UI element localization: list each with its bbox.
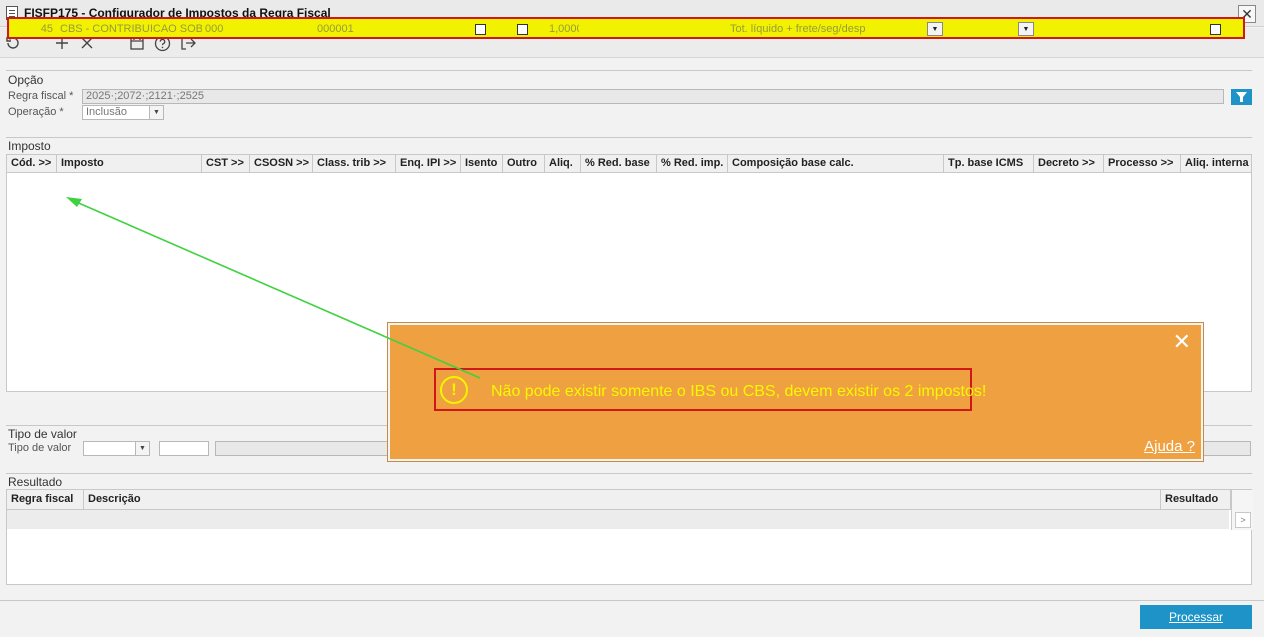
- resultado-grid: Regra fiscal Descrição Resultado >: [6, 489, 1253, 585]
- cell-cod: 45: [40, 23, 53, 35]
- opcao-section-title: Opção: [8, 73, 44, 87]
- filter-button[interactable]: [1231, 89, 1252, 105]
- cell-composicao: Tot. líquido + frete/seg/desp: [730, 23, 866, 35]
- cell-aliq: 1,0000: [549, 23, 579, 35]
- col-csosn[interactable]: CSOSN >>: [250, 155, 313, 173]
- tp-base-icms-dropdown-icon[interactable]: ▼: [1018, 22, 1034, 36]
- alert-dialog: ✕ ! Não pode existir somente o IBS ou CB…: [388, 323, 1203, 461]
- col-outro[interactable]: Outro: [503, 155, 545, 173]
- col-red-imp[interactable]: % Red. imp.: [657, 155, 728, 173]
- col-class-trib[interactable]: Class. trib >>: [313, 155, 396, 173]
- col-red-base[interactable]: % Red. base: [581, 155, 657, 173]
- cell-cst: 000: [205, 23, 224, 35]
- section-divider: [6, 473, 1252, 474]
- processar-button[interactable]: Processar: [1140, 605, 1252, 629]
- operacao-value: Inclusão: [86, 106, 127, 118]
- tipo-valor-label: Tipo de valor: [8, 442, 72, 454]
- table-row[interactable]: 45 CBS - CONTRIBUICAO SOBRE 000 000001 1…: [7, 17, 1245, 39]
- section-divider: [6, 137, 1252, 138]
- col-aliq[interactable]: Aliq.: [545, 155, 581, 173]
- regra-fiscal-input[interactable]: 2025·;2072·;2121·;2525: [82, 89, 1224, 104]
- warning-icon: !: [440, 376, 468, 404]
- composicao-dropdown-icon[interactable]: ▼: [927, 22, 943, 36]
- col-decreto[interactable]: Decreto >>: [1034, 155, 1104, 173]
- outro-checkbox[interactable]: [517, 24, 528, 35]
- help-link[interactable]: Ajuda ?: [1144, 438, 1195, 455]
- regra-fiscal-label: Regra fiscal *: [8, 90, 74, 102]
- col-tp-base-icms[interactable]: Tp. base ICMS: [944, 155, 1034, 173]
- tipo-valor-code-input[interactable]: [159, 441, 209, 456]
- filter-icon: [1236, 92, 1247, 102]
- col-cod[interactable]: Cód. >>: [7, 155, 57, 173]
- chevron-down-icon[interactable]: ▼: [149, 106, 163, 119]
- resultado-section-title: Resultado: [8, 475, 63, 489]
- close-icon[interactable]: ✕: [1173, 331, 1191, 353]
- resultado-grid-header: Regra fiscal Descrição Resultado: [7, 490, 1251, 510]
- imposto-section-title: Imposto: [8, 139, 51, 153]
- col-composicao[interactable]: Composição base calc.: [728, 155, 944, 173]
- col-aliq-interna[interactable]: Aliq. interna: [1181, 155, 1253, 173]
- cell-class-trib: 000001: [317, 23, 354, 35]
- col-regra-fiscal[interactable]: Regra fiscal: [7, 490, 84, 510]
- imposto-grid-header: Cód. >> Imposto CST >> CSOSN >> Class. t…: [7, 155, 1251, 173]
- table-row[interactable]: [7, 510, 1229, 529]
- section-divider: [6, 70, 1252, 71]
- tipo-valor-select[interactable]: ▼: [83, 441, 150, 456]
- col-isento[interactable]: Isento: [461, 155, 503, 173]
- aliq-interna-checkbox[interactable]: [1210, 24, 1221, 35]
- chevron-right-icon[interactable]: >: [1235, 512, 1251, 528]
- operacao-label: Operação *: [8, 106, 64, 118]
- alert-message: Não pode existir somente o IBS ou CBS, d…: [491, 383, 987, 400]
- col-processo[interactable]: Processo >>: [1104, 155, 1181, 173]
- operacao-select[interactable]: Inclusão ▼: [82, 105, 164, 120]
- footer: [0, 600, 1264, 637]
- chevron-down-icon[interactable]: ▼: [135, 442, 149, 455]
- cell-imposto: CBS - CONTRIBUICAO SOBRE: [60, 23, 202, 35]
- col-cst[interactable]: CST >>: [202, 155, 250, 173]
- scrollbar[interactable]: >: [1231, 490, 1253, 530]
- col-enq-ipi[interactable]: Enq. IPI >>: [396, 155, 461, 173]
- isento-checkbox[interactable]: [475, 24, 486, 35]
- tipo-valor-section-title: Tipo de valor: [8, 427, 77, 441]
- col-imposto[interactable]: Imposto: [57, 155, 202, 173]
- col-resultado[interactable]: Resultado: [1161, 490, 1231, 510]
- col-descricao[interactable]: Descrição: [84, 490, 1161, 510]
- alert-message-box: ! Não pode existir somente o IBS ou CBS,…: [434, 368, 986, 411]
